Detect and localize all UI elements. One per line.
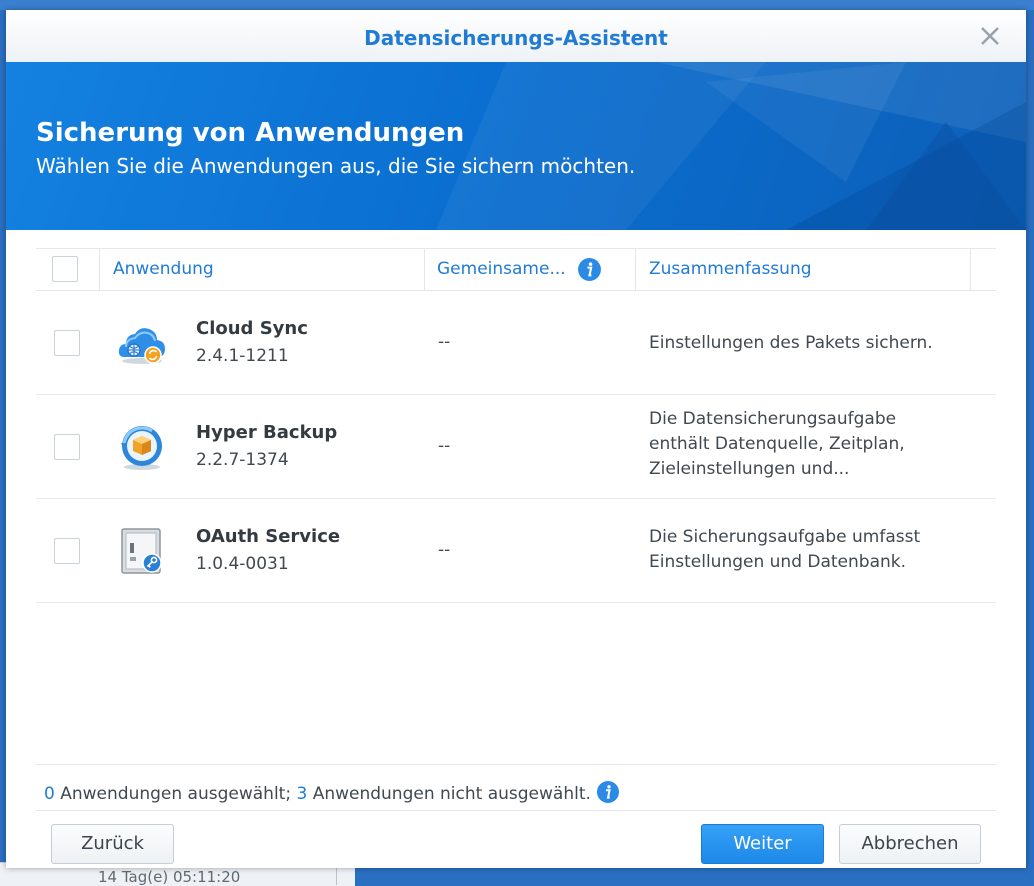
selection-status: 0 Anwendungen ausgewählt; 3 Anwendungen …: [44, 780, 620, 804]
row-checkbox[interactable]: [54, 434, 80, 460]
summary-line: Zieleinstellungen und...: [649, 459, 850, 479]
shared-folder-value: --: [438, 540, 451, 560]
app-name: Hyper Backup: [196, 422, 338, 443]
column-header-summary[interactable]: Zusammenfassung: [649, 249, 812, 290]
app-version: 2.2.7-1374: [196, 450, 289, 470]
unselected-text: Anwendungen nicht ausgewählt.: [312, 784, 591, 804]
back-button[interactable]: Zurück: [51, 824, 174, 864]
app-summary: Die Sicherungsaufgabe umfasst Einstellun…: [649, 525, 989, 575]
shared-folder-value: --: [438, 436, 451, 456]
summary-line: enthält Datenquelle, Zeitplan,: [649, 434, 905, 454]
app-name: OAuth Service: [196, 526, 341, 547]
table-row[interactable]: OAuth Service 1.0.4-0031 -- Die Sicherun…: [36, 499, 996, 603]
background-uptime-text: 14 Tag(e) 05:11:20: [98, 868, 241, 886]
unselected-count: 3: [296, 784, 308, 804]
summary-line: Die Datensicherungsaufgabe: [649, 409, 897, 429]
next-button[interactable]: Weiter: [701, 824, 824, 864]
app-summary: Einstellungen des Pakets sichern.: [649, 331, 989, 356]
dialog-titlebar: Datensicherungs-Assistent: [6, 10, 1026, 62]
app-summary: Die Datensicherungsaufgabe enthält Daten…: [649, 407, 989, 482]
page-heading: Sicherung von Anwendungen: [36, 118, 465, 148]
column-header-shared[interactable]: Gemeinsame...: [437, 249, 566, 290]
column-divider: [970, 249, 971, 290]
oauth-service-icon: [121, 528, 162, 574]
info-icon[interactable]: [596, 780, 620, 804]
close-icon[interactable]: [976, 22, 1004, 50]
table-row[interactable]: Hyper Backup 2.2.7-1374 -- Die Datensich…: [36, 395, 996, 499]
backup-wizard-dialog: Datensicherungs-Assistent Sicherung von …: [6, 10, 1026, 868]
dialog-banner: Sicherung von Anwendungen Wählen Sie die…: [6, 62, 1026, 230]
info-icon[interactable]: [577, 257, 602, 282]
column-divider: [635, 249, 636, 290]
page-subheading: Wählen Sie die Anwendungen aus, die Sie …: [36, 154, 636, 178]
column-header-application[interactable]: Anwendung: [113, 249, 214, 290]
row-checkbox[interactable]: [54, 330, 80, 356]
dialog-title: Datensicherungs-Assistent: [364, 26, 668, 50]
app-version: 1.0.4-0031: [196, 554, 289, 574]
column-divider: [99, 249, 100, 290]
row-checkbox[interactable]: [54, 538, 80, 564]
hyper-backup-icon: [121, 426, 162, 470]
summary-line: Die Sicherungsaufgabe umfasst: [649, 527, 921, 547]
application-table: Anwendung Gemeinsame... Zusammenfassung: [36, 248, 996, 603]
app-name: Cloud Sync: [196, 318, 308, 339]
selected-count: 0: [44, 784, 55, 804]
column-divider: [424, 249, 425, 290]
summary-line: Einstellungen und Datenbank.: [649, 552, 907, 572]
desktop-background: [0, 0, 1034, 10]
divider: [36, 810, 996, 811]
table-header: Anwendung Gemeinsame... Zusammenfassung: [36, 248, 996, 291]
table-row[interactable]: Cloud Sync 2.4.1-1211 -- Einstellungen d…: [36, 291, 996, 395]
cancel-button[interactable]: Abbrechen: [839, 824, 981, 864]
app-version: 2.4.1-1211: [196, 346, 289, 366]
selected-text: Anwendungen ausgewählt;: [60, 784, 292, 804]
cloud-sync-icon: [118, 328, 165, 364]
shared-folder-value: --: [438, 332, 451, 352]
summary-line: Einstellungen des Pakets sichern.: [649, 333, 933, 353]
select-all-checkbox[interactable]: [52, 256, 78, 282]
divider: [36, 764, 996, 765]
